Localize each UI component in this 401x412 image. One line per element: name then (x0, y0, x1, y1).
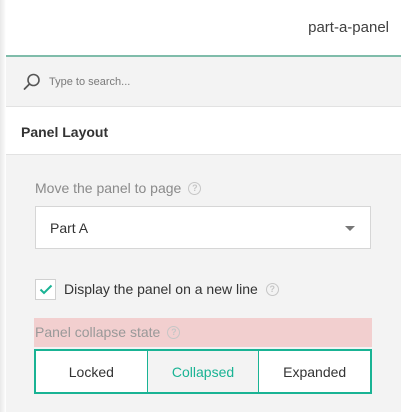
collapse-state-label-text: Panel collapse state (35, 324, 161, 340)
new-line-checkbox-label: Display the panel on a new line (64, 281, 258, 297)
move-panel-label-text: Move the panel to page (35, 180, 182, 196)
section-title: Panel Layout (21, 124, 109, 140)
section-header-panel-layout[interactable]: Panel Layout (6, 107, 401, 155)
help-icon[interactable]: ? (265, 282, 279, 296)
collapse-option-locked[interactable]: Locked (36, 351, 148, 392)
checkmark-icon (39, 284, 52, 294)
search-input[interactable] (49, 70, 379, 94)
move-panel-label: Move the panel to page ? (35, 180, 202, 196)
move-panel-dropdown[interactable]: Part A (35, 206, 371, 249)
panel-layout-content: Move the panel to page ? Part A Display … (6, 155, 401, 412)
collapse-option-collapsed[interactable]: Collapsed (147, 351, 260, 392)
collapse-state-segmented-control: Locked Collapsed Expanded (34, 349, 372, 394)
dropdown-selected-value: Part A (50, 220, 89, 236)
help-icon[interactable]: ? (167, 325, 181, 339)
collapse-option-expanded[interactable]: Expanded (259, 351, 370, 392)
panel-header: part-a-panel (6, 0, 401, 57)
new-line-checkbox-row[interactable]: Display the panel on a new line ? (35, 278, 279, 300)
collapse-state-label-highlight: Panel collapse state ? (34, 318, 372, 347)
panel-name: part-a-panel (308, 19, 389, 36)
search-icon[interactable] (22, 72, 42, 92)
help-icon[interactable]: ? (188, 181, 202, 195)
chevron-down-icon (345, 226, 355, 231)
new-line-checkbox[interactable] (35, 278, 56, 300)
search-bar (6, 57, 401, 107)
collapse-state-label: Panel collapse state ? (35, 324, 181, 340)
